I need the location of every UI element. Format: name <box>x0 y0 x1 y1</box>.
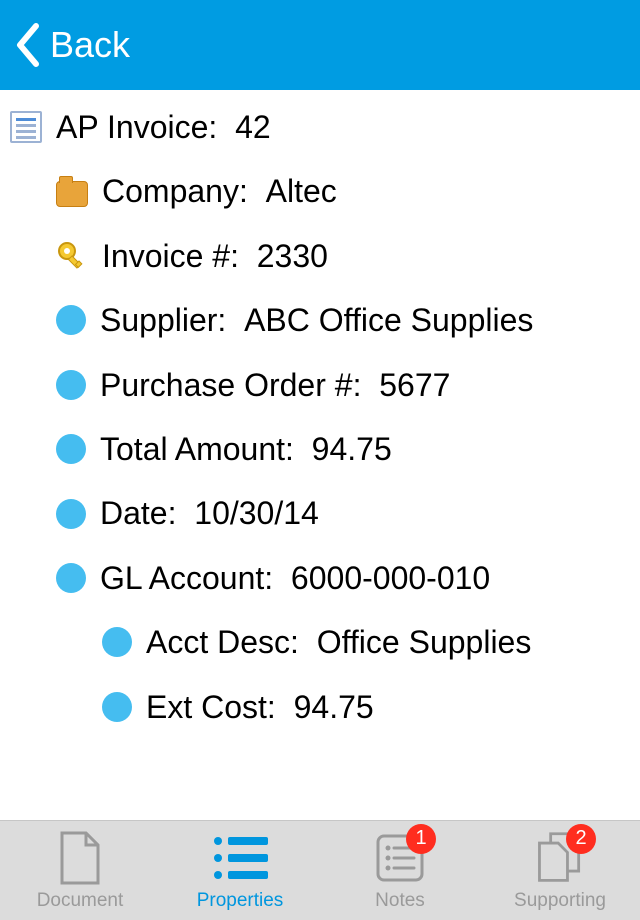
property-row-total[interactable]: Total Amount: 94.75 <box>10 430 630 468</box>
document-tab-icon <box>58 831 102 885</box>
dot-icon <box>56 563 86 593</box>
property-label: GL Account: <box>100 559 291 597</box>
document-icon <box>10 111 42 143</box>
tab-label: Document <box>37 890 124 912</box>
key-icon <box>56 240 88 272</box>
supporting-badge: 2 <box>566 824 596 854</box>
header-label: AP Invoice: <box>56 108 235 146</box>
property-value: 94.75 <box>294 688 374 726</box>
property-label: Company: <box>102 172 266 210</box>
tab-bar: Document Properties <box>0 820 640 920</box>
property-row-acct-desc[interactable]: Acct Desc: Office Supplies <box>10 623 630 661</box>
folder-icon <box>56 181 88 207</box>
property-value: Altec <box>266 172 337 210</box>
dot-icon <box>56 370 86 400</box>
property-value: ABC Office Supplies <box>244 301 533 339</box>
property-value: 2330 <box>257 237 328 275</box>
tab-label: Notes <box>375 890 425 912</box>
property-label: Supplier: <box>100 301 244 339</box>
tab-label: Supporting <box>514 890 606 912</box>
dot-icon <box>56 434 86 464</box>
property-value: 94.75 <box>312 430 392 468</box>
property-label: Ext Cost: <box>146 688 294 726</box>
property-row-ext-cost[interactable]: Ext Cost: 94.75 <box>10 688 630 726</box>
property-label: Invoice #: <box>102 237 257 275</box>
header-row[interactable]: AP Invoice: 42 <box>10 108 630 146</box>
property-label: Date: <box>100 494 194 532</box>
chevron-left-icon <box>14 22 40 68</box>
property-label: Total Amount: <box>100 430 312 468</box>
tab-supporting[interactable]: 2 Supporting <box>480 830 640 912</box>
properties-list: AP Invoice: 42 Company: Altec Invoice #:… <box>0 90 640 726</box>
property-value: 6000-000-010 <box>291 559 490 597</box>
property-row-date[interactable]: Date: 10/30/14 <box>10 494 630 532</box>
list-icon <box>212 835 268 881</box>
property-value: Office Supplies <box>317 623 532 661</box>
property-row-po[interactable]: Purchase Order #: 5677 <box>10 366 630 404</box>
property-row-gl-account[interactable]: GL Account: 6000-000-010 <box>10 559 630 597</box>
dot-icon <box>102 627 132 657</box>
property-row-invoice-number[interactable]: Invoice #: 2330 <box>10 237 630 275</box>
dot-icon <box>56 499 86 529</box>
tab-properties[interactable]: Properties <box>160 830 320 912</box>
property-value: 10/30/14 <box>194 494 319 532</box>
back-button[interactable]: Back <box>14 22 130 68</box>
navbar: Back <box>0 0 640 90</box>
tab-notes[interactable]: 1 Notes <box>320 830 480 912</box>
dot-icon <box>102 692 132 722</box>
property-label: Purchase Order #: <box>100 366 379 404</box>
tab-document[interactable]: Document <box>0 830 160 912</box>
back-label: Back <box>50 24 130 66</box>
property-label: Acct Desc: <box>146 623 317 661</box>
dot-icon <box>56 305 86 335</box>
tab-label: Properties <box>197 890 284 912</box>
property-row-supplier[interactable]: Supplier: ABC Office Supplies <box>10 301 630 339</box>
property-row-company[interactable]: Company: Altec <box>10 172 630 210</box>
notes-badge: 1 <box>406 824 436 854</box>
property-value: 5677 <box>379 366 450 404</box>
header-value: 42 <box>235 108 271 146</box>
